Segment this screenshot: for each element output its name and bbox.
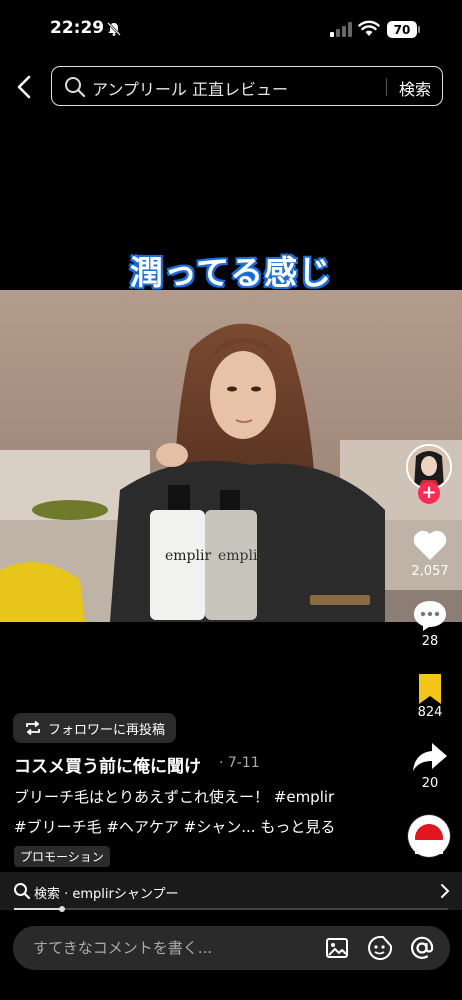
comment-placeholder[interactable]: すてきなコメントを書く... <box>33 937 212 958</box>
bottle-label-right: emplir <box>218 548 264 564</box>
suggestion-search-icon <box>14 883 31 900</box>
see-more-link[interactable]: もっと見る <box>260 818 335 836</box>
like-count: 2,057 <box>411 564 449 579</box>
repost-icon <box>26 720 40 736</box>
playback-progress-fill <box>14 908 62 910</box>
promotion-badge: プロモーション <box>14 846 110 867</box>
music-disc[interactable] <box>407 814 451 858</box>
share-count: 20 <box>421 776 439 791</box>
comment-bubble-icon[interactable] <box>411 598 449 632</box>
repost-label: フォロワーに再投稿 <box>48 722 166 738</box>
follow-plus-button[interactable]: + <box>418 482 440 504</box>
author-name[interactable]: コスメ買う前に俺に聞け <box>14 752 201 777</box>
bookmark-icon[interactable] <box>411 672 449 706</box>
wifi-icon <box>358 20 380 36</box>
bell-muted-icon <box>107 22 121 36</box>
mention-at-icon[interactable] <box>409 935 435 961</box>
description-line-2: #ブリーチ毛 #ヘアケア #シャン... もっと見る <box>14 816 335 837</box>
music-disc-icon <box>408 815 450 857</box>
description-hashtags[interactable]: #ブリーチ毛 #ヘアケア #シャン... <box>14 818 260 836</box>
repost-button[interactable]: フォロワーに再投稿 <box>13 713 177 743</box>
back-chevron-icon[interactable] <box>14 74 36 100</box>
suggestion-text[interactable]: 検索 · emplirシャンプー <box>34 883 179 902</box>
battery-indicator: 70 <box>387 21 421 38</box>
heart-icon[interactable] <box>411 528 449 562</box>
save-count: 824 <box>417 705 443 720</box>
bottle-label-left: emplir <box>165 548 211 564</box>
battery-level: 70 <box>387 21 417 38</box>
playback-progress-knob[interactable] <box>58 906 65 912</box>
description-line-1: ブリーチ毛はとりあえずこれ使えー！ #emplir <box>14 788 335 806</box>
search-button[interactable]: 検索 <box>399 76 431 100</box>
video-caption-overlay: 潤ってる感じ <box>129 253 333 292</box>
video-player[interactable]: emplir emplir <box>0 290 462 622</box>
share-arrow-icon[interactable] <box>411 740 449 774</box>
search-query[interactable]: アンプリール 正直レビュー <box>92 76 288 100</box>
video-frame: emplir emplir <box>0 290 462 622</box>
search-divider <box>386 78 387 96</box>
chevron-right-icon[interactable] <box>438 882 452 900</box>
playback-progress-track[interactable] <box>14 908 448 910</box>
status-time: 22:29 <box>50 18 105 38</box>
post-date: · 7-11 <box>219 755 260 771</box>
battery-tip <box>418 26 420 33</box>
emoji-sticker-icon[interactable] <box>367 935 393 961</box>
search-icon <box>65 77 86 98</box>
cellular-signal-icon <box>330 22 352 37</box>
comment-count: 28 <box>421 634 439 649</box>
image-icon[interactable] <box>324 935 350 961</box>
